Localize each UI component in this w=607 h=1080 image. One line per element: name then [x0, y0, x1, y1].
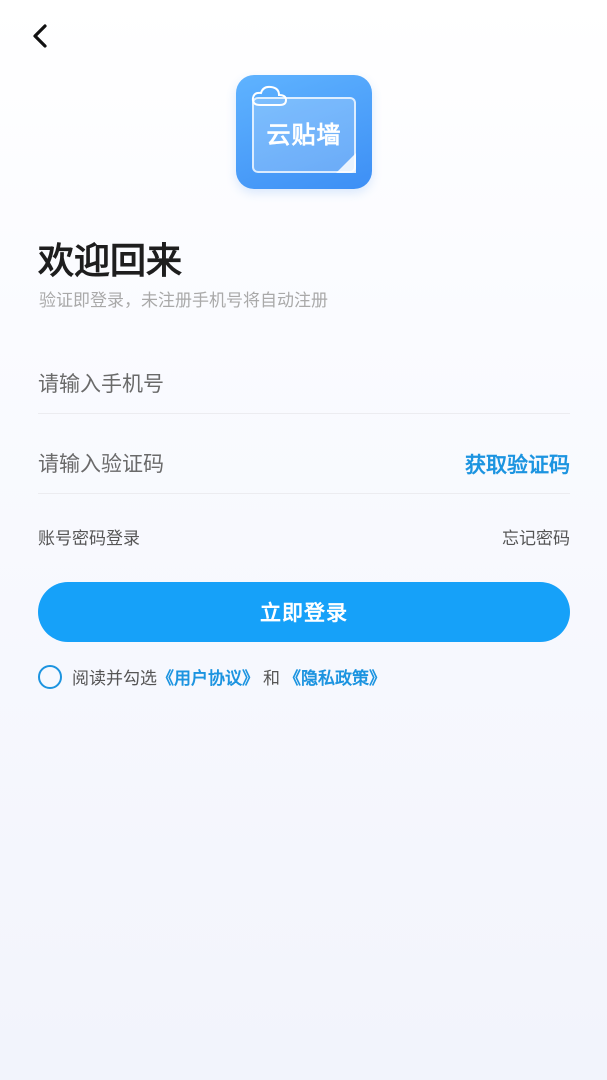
login-button[interactable]: 立即登录 — [38, 582, 570, 642]
agreement-and: 和 — [263, 669, 280, 689]
code-input[interactable] — [38, 443, 398, 484]
get-code-button[interactable]: 获取验证码 — [465, 449, 570, 479]
forgot-password-link[interactable]: 忘记密码 — [502, 524, 570, 549]
user-agreement-link[interactable]: 《用户协议》 — [157, 664, 259, 689]
page-title: 欢迎回来 — [38, 241, 183, 282]
page-subtitle: 验证即登录，未注册手机号将自动注册 — [39, 291, 328, 311]
chevron-left-icon — [33, 24, 47, 48]
agreement-row: 阅读并勾选 《用户协议》 和 《隐私政策》 — [38, 664, 386, 689]
agreement-prefix: 阅读并勾选 — [72, 669, 157, 689]
login-links: 账号密码登录 忘记密码 — [38, 524, 570, 549]
phone-field — [38, 354, 570, 414]
back-button[interactable] — [22, 18, 58, 54]
agree-checkbox[interactable] — [38, 664, 62, 689]
logo-text: 云贴墙 — [266, 121, 342, 149]
code-field: 获取验证码 — [38, 434, 570, 494]
phone-input[interactable] — [38, 363, 398, 404]
password-login-link[interactable]: 账号密码登录 — [38, 524, 140, 549]
privacy-policy-link[interactable]: 《隐私政策》 — [284, 664, 386, 689]
app-logo: 云贴墙 — [236, 75, 372, 189]
